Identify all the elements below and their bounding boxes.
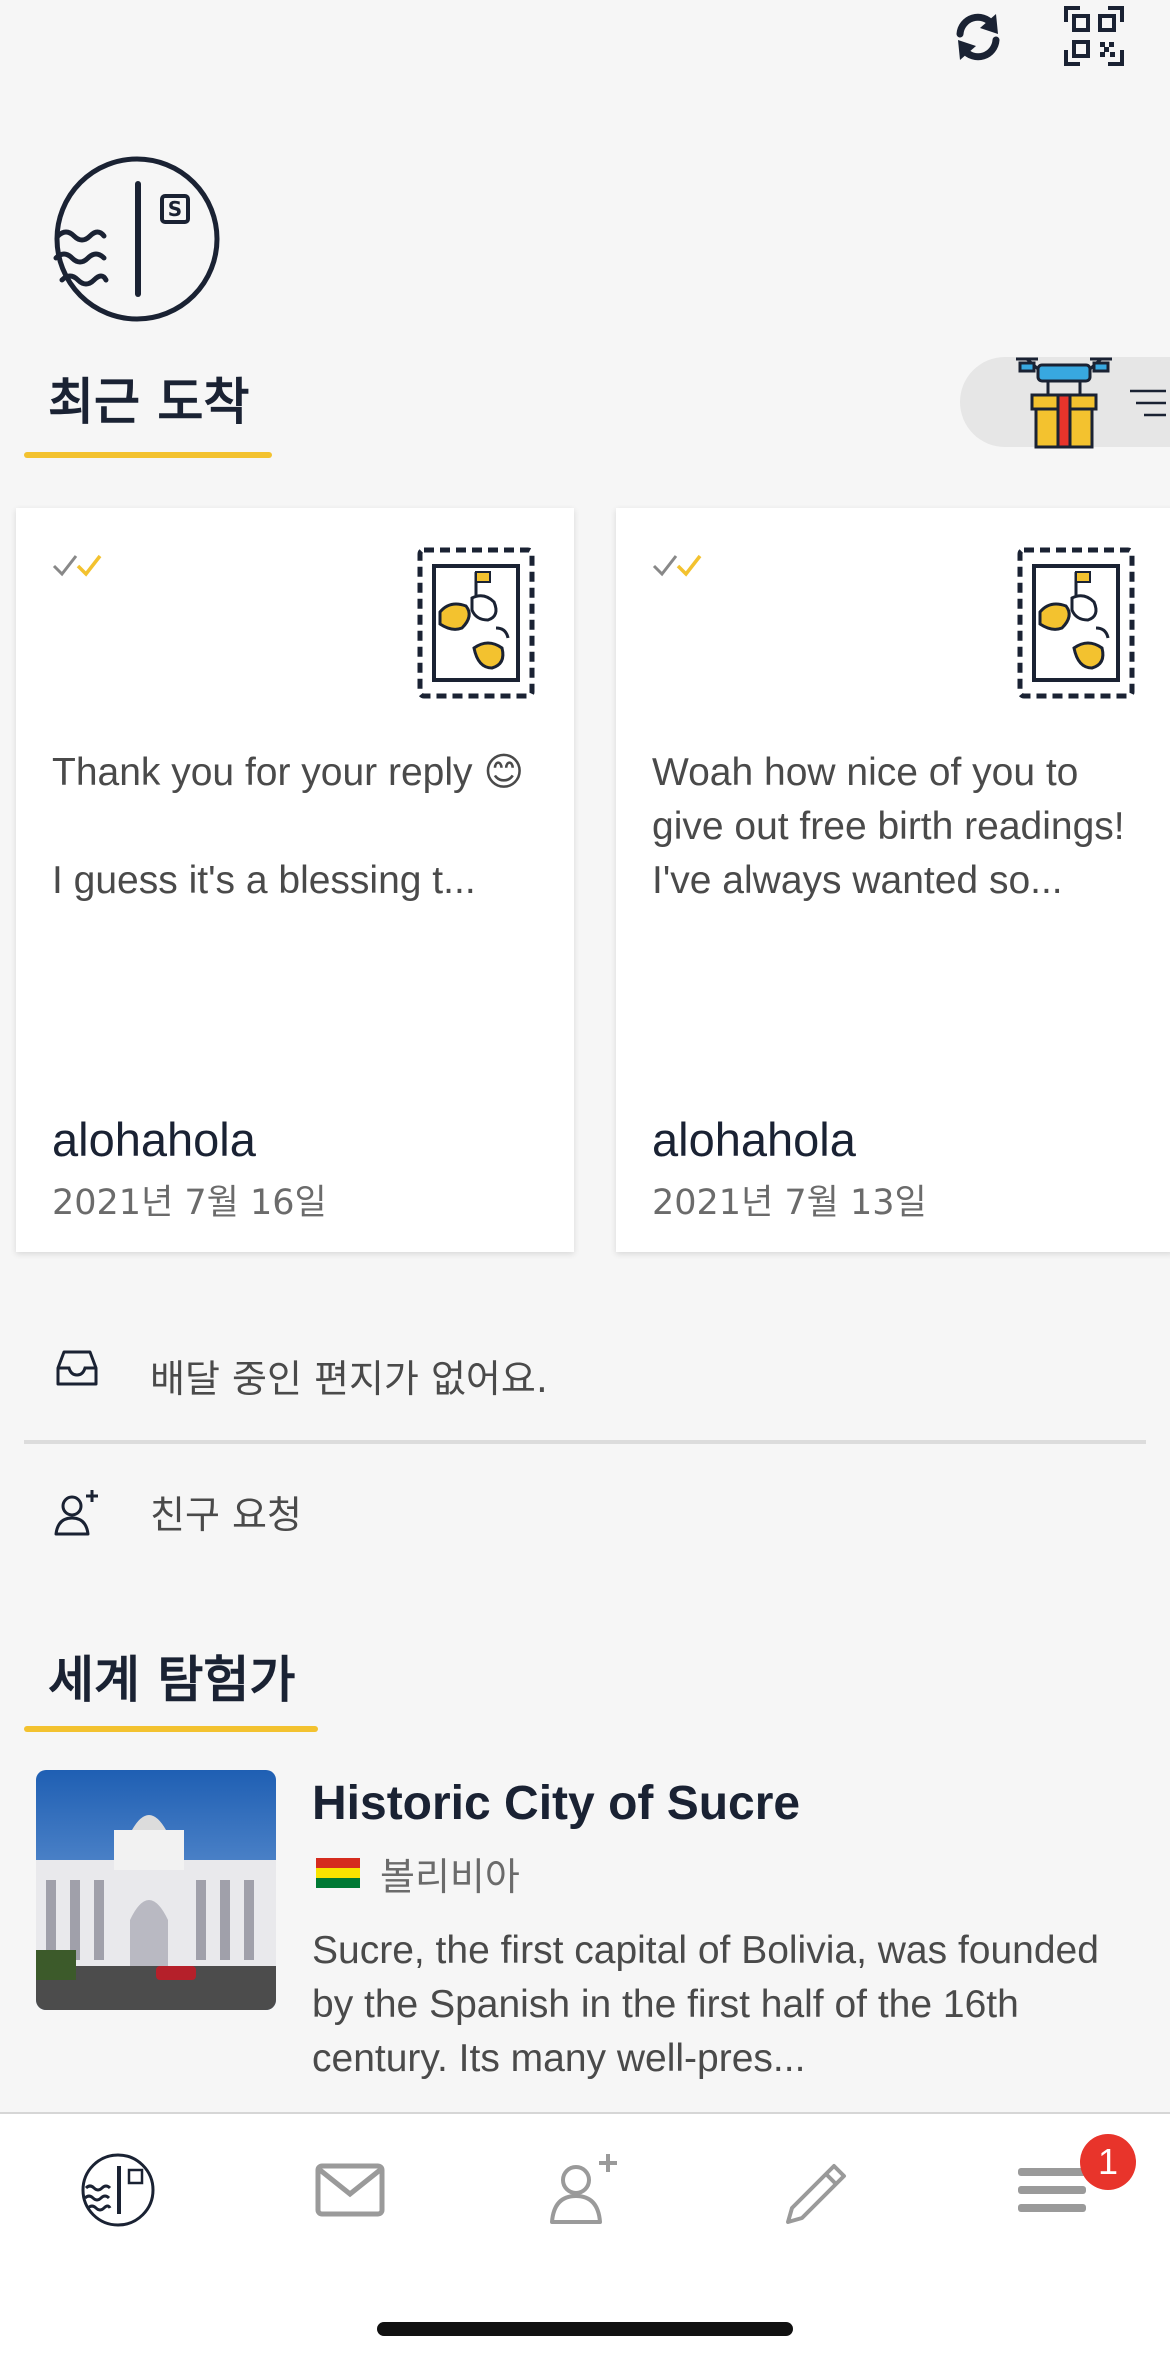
explore-description: Sucre, the first capital of Bolivia, was… [312, 1929, 1099, 2080]
add-friend-icon[interactable] [544, 2150, 624, 2230]
explore-item-title[interactable]: Historic City of Sucre [312, 1776, 800, 1831]
pencil-icon[interactable] [778, 2150, 858, 2230]
mail-icon[interactable] [310, 2150, 390, 2230]
letter-card[interactable]: Thank you for your reply 😊 I guess it's … [16, 508, 574, 1252]
svg-text:S: S [168, 197, 182, 221]
section-title-explorer: 세계 탐험가 [48, 1651, 296, 1709]
add-friend-icon [54, 1490, 98, 1536]
friend-requests-row[interactable]: 친구 요청 [24, 1478, 1146, 1548]
double-check-icon [652, 554, 702, 577]
letter-author: alohahola [52, 1113, 256, 1166]
letter-date: 2021년 7월 13일 [652, 1183, 927, 1223]
divider [24, 1440, 1146, 1444]
home-indicator [377, 2322, 793, 2336]
inbox-icon [56, 1350, 98, 1386]
letter-card[interactable]: Woah how nice of you to give out free bi… [616, 508, 1170, 1252]
delivery-filter-button[interactable] [960, 357, 1170, 449]
double-check-icon [52, 554, 102, 577]
explore-country: 볼리비아 [380, 1855, 520, 1899]
world-map-stamp-icon [1017, 547, 1135, 699]
sucre-photo[interactable] [36, 1770, 276, 2010]
bolivia-flag-icon [316, 1858, 360, 1888]
section-underline [24, 452, 272, 458]
letter-preview: Thank you for your reply 😊 I guess it's … [52, 751, 525, 902]
drone-gift-icon [1016, 357, 1112, 449]
no-delivery-text: 배달 중인 편지가 없어요. [150, 1357, 548, 1401]
notification-badge: 1 [1080, 2134, 1136, 2190]
letter-author: alohahola [652, 1113, 856, 1166]
filter-lines-icon [1130, 389, 1166, 417]
app-logo: S [53, 156, 220, 322]
letter-preview: Woah how nice of you to give out free bi… [652, 751, 1125, 902]
refresh-icon[interactable] [948, 6, 1008, 66]
section-title-recent: 최근 도착 [48, 373, 250, 431]
letter-date: 2021년 7월 16일 [52, 1183, 327, 1223]
home-logo-icon[interactable] [78, 2150, 158, 2230]
friend-requests-label: 친구 요청 [150, 1493, 302, 1537]
world-map-stamp-icon [417, 547, 535, 699]
qr-code-icon[interactable] [1064, 6, 1124, 66]
section-underline [24, 1726, 318, 1732]
